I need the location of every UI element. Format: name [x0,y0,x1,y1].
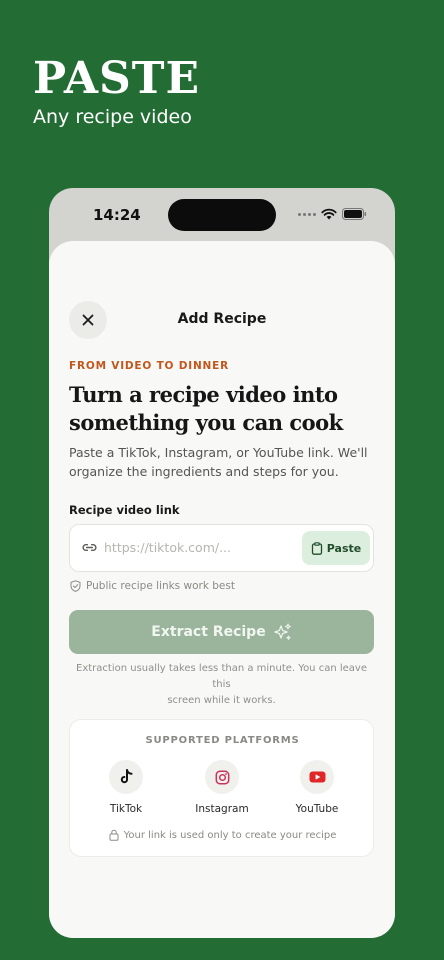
extraction-note-line-2: screen while it works. [167,695,276,706]
status-icons [298,208,367,220]
extract-recipe-button[interactable]: Extract Recipe [69,610,374,654]
link-placeholder: https://tiktok.com/... [104,540,232,555]
eyebrow-label: FROM VIDEO TO DINNER [69,360,229,372]
youtube-icon [309,771,325,783]
extraction-note-line-1: Extraction usually takes less than a min… [76,663,367,690]
platform-label: Instagram [195,803,249,815]
platform-label: YouTube [295,803,339,815]
platform-tiktok: TikTok [81,760,171,815]
paste-button[interactable]: Paste [302,531,370,565]
promo-subtitle: Any recipe video [33,106,192,128]
dynamic-island [168,199,276,231]
platform-label: TikTok [109,803,143,815]
headline-line-2: something you can cook [69,410,343,435]
link-field-label: Recipe video link [69,503,180,517]
platform-youtube: YouTube [272,760,362,815]
platforms-title: SUPPORTED PLATFORMS [145,735,300,746]
shield-check-icon [70,580,81,592]
privacy-text: Your link is used only to create your re… [123,829,337,841]
intro-text-line-2: organize the ingredients and steps for y… [69,464,339,479]
wifi-icon [321,208,337,220]
add-recipe-sheet: Add Recipe FROM VIDEO TO DINNER Turn a r… [49,241,395,938]
intro-text: Paste a TikTok, Instagram, or YouTube li… [69,443,369,481]
sparkles-icon [274,623,291,640]
sheet-title: Add Recipe [177,311,267,327]
link-icon [82,543,97,552]
intro-text-line-1: Paste a TikTok, Instagram, or YouTube li… [69,445,368,460]
youtube-icon-circle [300,760,334,794]
instagram-icon-circle [205,760,239,794]
extract-recipe-label: Extract Recipe [151,624,266,640]
signal-dots-icon [298,212,316,216]
tiktok-icon [120,769,132,784]
headline: Turn a recipe video into something you c… [69,381,379,437]
status-time: 14:24 [93,206,141,224]
extraction-note: Extraction usually takes less than a min… [69,661,374,709]
link-hint-text: Public recipe links work best [86,580,235,592]
promo-title: PASTE [33,53,201,104]
battery-icon [342,208,367,220]
privacy-note: Your link is used only to create your re… [70,829,375,841]
status-bar: 14:24 [49,188,395,242]
clipboard-icon [311,541,322,555]
link-hint: Public recipe links work best [70,580,235,592]
headline-line-1: Turn a recipe video into [69,382,338,407]
tiktok-icon-circle [109,760,143,794]
recipe-link-input[interactable]: https://tiktok.com/... Paste [69,524,374,572]
phone-frame: 14:24 Add Recipe FROM VIDEO TO DINNER Tu… [49,188,395,938]
supported-platforms-card: SUPPORTED PLATFORMS TikTok Instagram You… [69,719,374,857]
lock-icon [109,829,119,841]
instagram-icon [215,770,229,784]
platform-instagram: Instagram [177,760,267,815]
paste-label: Paste [326,541,362,555]
